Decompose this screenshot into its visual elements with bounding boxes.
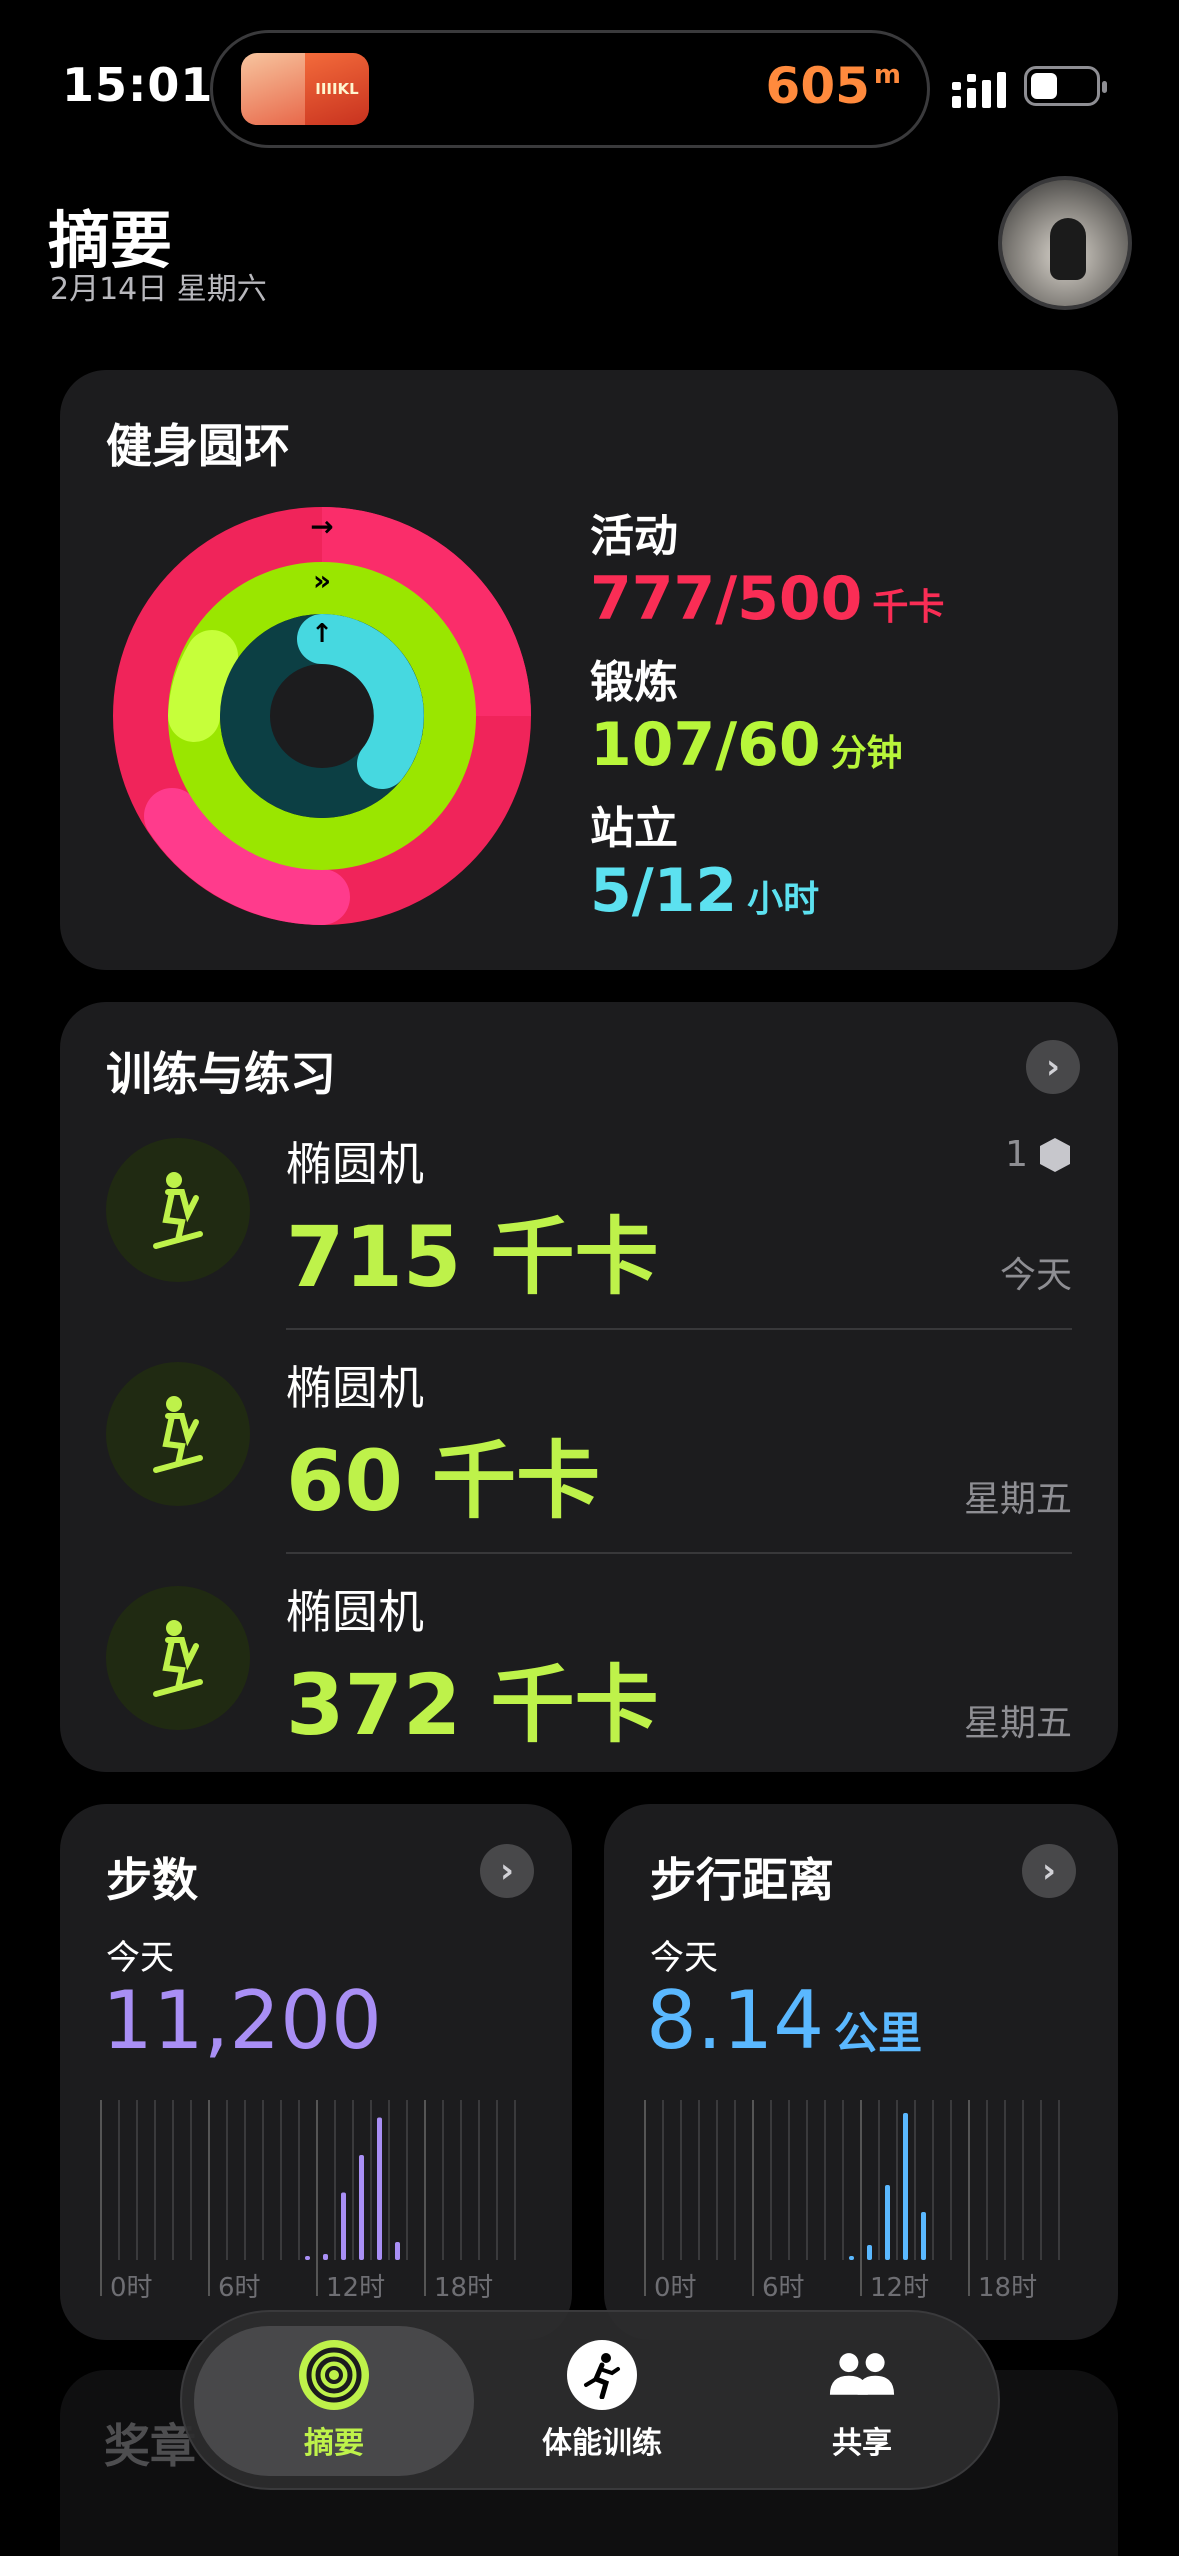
svg-text:↑: ↑ bbox=[311, 619, 333, 649]
axis-tick-label: 12时 bbox=[870, 2273, 929, 2303]
hour-bar bbox=[341, 2192, 346, 2260]
workout-row[interactable]: 椭圆机 715 千卡 1 今天 bbox=[60, 1108, 1072, 1330]
chevron-right-icon[interactable]: › bbox=[1022, 1844, 1076, 1898]
stand-label: 站立 bbox=[590, 803, 678, 854]
card-title: 健身圆环 bbox=[106, 419, 290, 473]
hour-bar bbox=[305, 2256, 310, 2260]
hour-bar bbox=[395, 2242, 400, 2260]
move-stat: 活动 777/500 千卡 bbox=[590, 500, 944, 634]
exercise-value: 107/60 bbox=[590, 710, 821, 780]
hour-bar bbox=[885, 2185, 890, 2260]
island-app-text: IIIIKL bbox=[305, 53, 369, 125]
workout-date: 星期五 bbox=[963, 1703, 1072, 1744]
exercise-label: 锻炼 bbox=[590, 657, 678, 708]
island-app-icon: IIIIKL bbox=[241, 53, 369, 125]
axis-tick-label: 0时 bbox=[110, 2273, 153, 2303]
tab-sharing[interactable]: 共享 bbox=[742, 2326, 982, 2476]
svg-text:»: » bbox=[313, 564, 331, 597]
exercise-unit: 分钟 bbox=[830, 733, 903, 774]
hour-bar bbox=[921, 2212, 926, 2260]
card-title: 步数 bbox=[106, 1853, 198, 1907]
stand-unit: 小时 bbox=[747, 879, 820, 920]
tab-label: 体能训练 bbox=[542, 2426, 662, 2461]
axis-tick-label: 6时 bbox=[218, 2273, 261, 2303]
dynamic-island[interactable]: IIIIKL 605 m bbox=[210, 30, 930, 148]
tab-label: 摘要 bbox=[304, 2426, 364, 2461]
workout-name: 椭圆机 bbox=[286, 1361, 424, 1415]
distance-sub-label: 今天 bbox=[650, 1938, 718, 1978]
tab-label: 共享 bbox=[832, 2426, 892, 2461]
workout-date: 今天 bbox=[999, 1255, 1072, 1296]
island-distance-value: 605 bbox=[765, 57, 870, 115]
card-title: 训练与练习 bbox=[106, 1047, 336, 1101]
people-icon bbox=[827, 2340, 897, 2410]
hour-bar bbox=[377, 2117, 382, 2260]
battery-icon bbox=[1024, 66, 1107, 106]
workout-date: 星期五 bbox=[963, 1479, 1072, 1520]
workout-row[interactable]: 椭圆机 372 千卡 星期五 bbox=[60, 1556, 1072, 1778]
steps-value: 11,200 bbox=[102, 1974, 382, 2067]
status-time: 15:01 bbox=[62, 58, 214, 112]
svg-text:→: → bbox=[310, 510, 333, 543]
move-label: 活动 bbox=[590, 511, 678, 562]
hour-bar bbox=[359, 2155, 364, 2260]
workout-name: 椭圆机 bbox=[286, 1585, 424, 1639]
stand-stat: 站立 5/12 小时 bbox=[590, 792, 819, 926]
workout-badge-count: 1 bbox=[1005, 1134, 1028, 1175]
axis-tick-label: 12时 bbox=[326, 2273, 385, 2303]
workout-badge: 1 bbox=[1005, 1134, 1072, 1175]
distance-hourly-chart: 0时 6时 12时 18时 bbox=[644, 2100, 1060, 2303]
axis-tick-label: 18时 bbox=[978, 2273, 1037, 2303]
workout-value: 372 千卡 bbox=[286, 1656, 659, 1754]
axis-tick-label: 18时 bbox=[434, 2273, 493, 2303]
tab-workouts[interactable]: 体能训练 bbox=[482, 2326, 722, 2476]
steps-sub-label: 今天 bbox=[106, 1938, 174, 1978]
distance-value: 8.14 bbox=[646, 1974, 825, 2067]
hour-bar bbox=[323, 2254, 328, 2260]
hour-bar bbox=[849, 2256, 854, 2260]
tab-summary[interactable]: 摘要 bbox=[194, 2326, 474, 2476]
workout-row[interactable]: 椭圆机 60 千卡 星期五 bbox=[60, 1332, 1072, 1554]
workout-value: 60 千卡 bbox=[286, 1432, 601, 1530]
divider bbox=[286, 1552, 1072, 1554]
island-distance: 605 m bbox=[766, 57, 901, 115]
distance-card[interactable]: 步行距离 › 今天 8.14 公里 0时 6时 12时 18时 bbox=[604, 1804, 1118, 2340]
elliptical-icon bbox=[106, 1138, 250, 1282]
exercise-stat: 锻炼 107/60 分钟 bbox=[590, 646, 903, 780]
divider bbox=[286, 1328, 1072, 1330]
steps-card[interactable]: 步数 › 今天 11,200 0时 6时 12时 18时 bbox=[60, 1804, 572, 2340]
distance-unit: 公里 bbox=[834, 2008, 923, 2059]
workout-name: 椭圆机 bbox=[286, 1137, 424, 1191]
steps-hourly-chart: 0时 6时 12时 18时 bbox=[100, 2100, 516, 2303]
cellular-signal-icon bbox=[952, 72, 1006, 108]
stand-value: 5/12 bbox=[590, 856, 738, 926]
hexagon-award-icon bbox=[1040, 1137, 1070, 1172]
chevron-right-icon[interactable]: › bbox=[1026, 1040, 1080, 1094]
move-value: 777/500 bbox=[590, 564, 863, 634]
move-unit: 千卡 bbox=[872, 587, 945, 628]
hour-bar bbox=[867, 2245, 872, 2260]
axis-tick-label: 6时 bbox=[762, 2273, 805, 2303]
island-distance-unit: m bbox=[873, 60, 901, 90]
activity-rings-icon bbox=[299, 2340, 369, 2410]
distance-value-row: 8.14 公里 bbox=[646, 1974, 922, 2067]
axis-tick-label: 0时 bbox=[654, 2273, 697, 2303]
avatar[interactable] bbox=[998, 176, 1132, 310]
workout-value: 715 千卡 bbox=[286, 1208, 659, 1306]
stand-ring bbox=[220, 614, 424, 818]
page-date: 2月14日 星期六 bbox=[50, 272, 267, 307]
tab-bar: 摘要 体能训练 共享 bbox=[180, 2310, 1000, 2490]
hour-bar bbox=[903, 2113, 908, 2260]
chevron-right-icon[interactable]: › bbox=[480, 1844, 534, 1898]
running-figure-icon bbox=[567, 2340, 637, 2410]
elliptical-icon bbox=[106, 1586, 250, 1730]
activity-rings-chart: → » ↑ bbox=[113, 507, 531, 925]
elliptical-icon bbox=[106, 1362, 250, 1506]
card-title: 步行距离 bbox=[650, 1853, 834, 1907]
